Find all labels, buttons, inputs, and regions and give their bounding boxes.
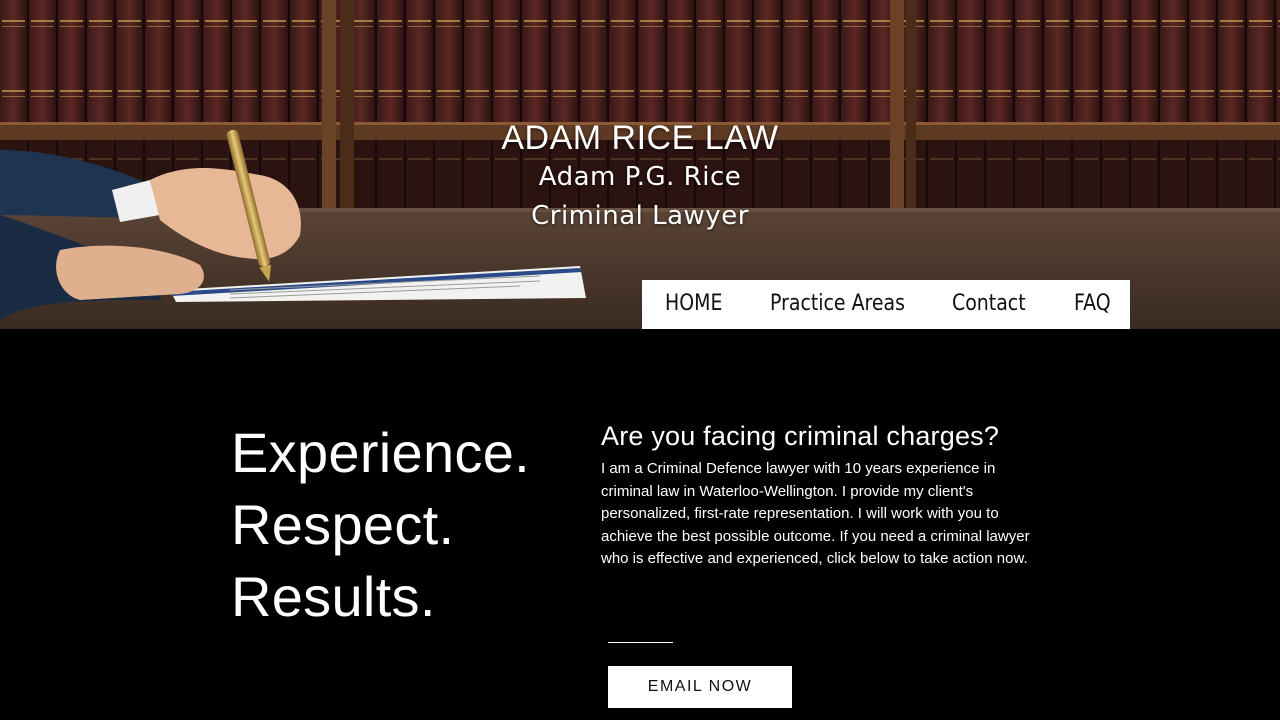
divider-line <box>608 642 673 643</box>
main-nav: HOME Practice Areas Contact FAQ <box>642 280 1130 329</box>
hero-banner: ADAM RICE LAW Adam P.G. Rice Criminal La… <box>0 0 1280 329</box>
intro-text-block: Are you facing criminal charges? I am a … <box>601 418 1041 571</box>
brand-block: ADAM RICE LAW Adam P.G. Rice Criminal La… <box>0 118 1280 236</box>
nav-item-practice-areas[interactable]: Practice Areas <box>770 291 905 316</box>
nav-item-home[interactable]: HOME <box>665 291 722 316</box>
intro-heading: Are you facing criminal charges? <box>601 421 1000 451</box>
intro-section: Experience. Respect. Results. Are you fa… <box>0 329 1280 720</box>
email-now-button[interactable]: EMAIL NOW <box>608 666 792 708</box>
tagline: Experience. Respect. Results. <box>231 417 530 633</box>
lawyer-name: Adam P.G. Rice <box>538 162 742 192</box>
nav-item-contact[interactable]: Contact <box>952 291 1026 316</box>
tagline-line: Respect. <box>231 493 455 556</box>
lawyer-role: Criminal Lawyer <box>531 201 749 231</box>
intro-paragraph: I am a Criminal Defence lawyer with 10 y… <box>601 460 1030 568</box>
tagline-line: Results. <box>231 565 436 628</box>
firm-name: ADAM RICE LAW <box>501 119 779 157</box>
tagline-line: Experience. <box>231 421 531 484</box>
nav-item-faq[interactable]: FAQ <box>1074 291 1111 316</box>
